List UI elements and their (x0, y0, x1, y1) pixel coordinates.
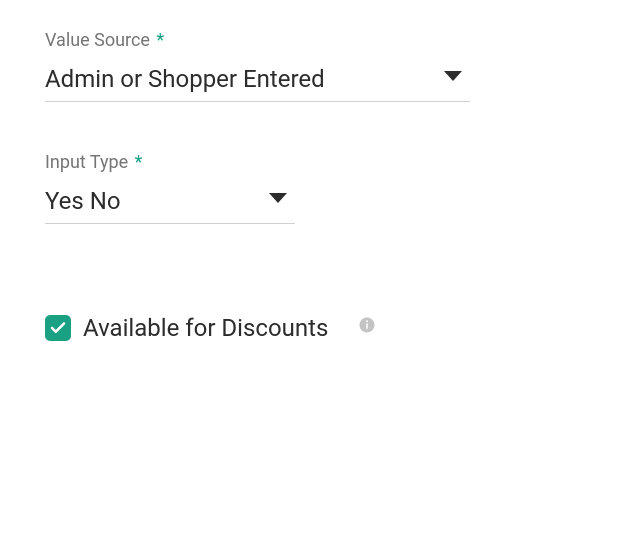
available-for-discounts-row: Available for Discounts (45, 314, 580, 342)
input-type-label: Input Type * (45, 152, 580, 173)
value-source-value: Admin or Shopper Entered (45, 65, 325, 93)
input-type-select[interactable]: Yes No (45, 187, 295, 224)
chevron-down-icon (444, 71, 462, 81)
input-type-field: Input Type * Yes No (45, 152, 580, 224)
required-asterisk: * (135, 152, 143, 173)
value-source-select[interactable]: Admin or Shopper Entered (45, 65, 470, 102)
input-type-value: Yes No (45, 187, 121, 215)
available-for-discounts-checkbox[interactable] (45, 315, 71, 341)
label-text: Value Source (45, 30, 150, 51)
label-text: Input Type (45, 152, 128, 173)
available-for-discounts-label: Available for Discounts (83, 314, 328, 342)
value-source-label: Value Source * (45, 30, 580, 51)
chevron-down-icon (269, 193, 287, 203)
info-icon[interactable] (358, 316, 376, 334)
required-asterisk: * (156, 30, 164, 51)
value-source-field: Value Source * Admin or Shopper Entered (45, 30, 580, 102)
check-icon (49, 319, 67, 337)
